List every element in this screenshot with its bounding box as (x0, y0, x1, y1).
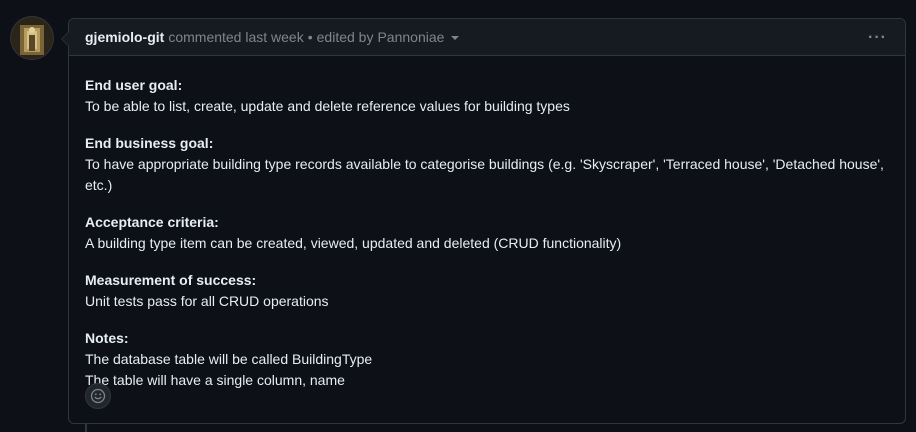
section-title: Acceptance criteria: (85, 214, 219, 230)
avatar[interactable] (11, 17, 53, 59)
timeline-line (85, 424, 87, 432)
author-link[interactable]: gjemiolo-git (85, 29, 164, 45)
comment-box: gjemiolo-git commented last week • edite… (61, 18, 906, 424)
section-text: The database table will be called Buildi… (85, 351, 373, 367)
section-title: Measurement of success: (85, 272, 257, 288)
comment-header: gjemiolo-git commented last week • edite… (69, 19, 905, 56)
chevron-down-icon[interactable] (451, 36, 460, 40)
section-notes: Notes: The database table will be called… (85, 328, 889, 391)
section-text: The table will have a single column, nam… (85, 372, 345, 388)
issue-page: gjemiolo-git commented last week • edite… (0, 0, 916, 432)
section-measurement-of-success: Measurement of success: Unit tests pass … (85, 270, 889, 312)
comment-body: End user goal: To be able to list, creat… (69, 56, 905, 391)
section-text: A building type item can be created, vie… (85, 235, 622, 251)
header-separator: • (307, 29, 313, 45)
section-acceptance-criteria: Acceptance criteria: A building type ite… (85, 212, 889, 254)
add-reaction-button[interactable] (85, 383, 111, 409)
avatar-image (11, 17, 53, 59)
section-end-user-goal: End user goal: To be able to list, creat… (85, 75, 889, 117)
comment-timestamp[interactable]: commented last week (168, 29, 303, 45)
editor-link[interactable]: Pannoniae (377, 29, 444, 45)
section-text: To have appropriate building type record… (85, 156, 884, 193)
edited-label: edited by (316, 29, 374, 45)
section-end-business-goal: End business goal: To have appropriate b… (85, 133, 889, 196)
section-text: Unit tests pass for all CRUD operations (85, 293, 329, 309)
section-text: To be able to list, create, update and d… (85, 98, 570, 114)
kebab-horizontal-icon[interactable]: ··· (868, 29, 887, 47)
smiley-icon (90, 388, 106, 404)
section-title: End user goal: (85, 77, 183, 93)
section-title: End business goal: (85, 135, 214, 151)
section-title: Notes: (85, 330, 129, 346)
